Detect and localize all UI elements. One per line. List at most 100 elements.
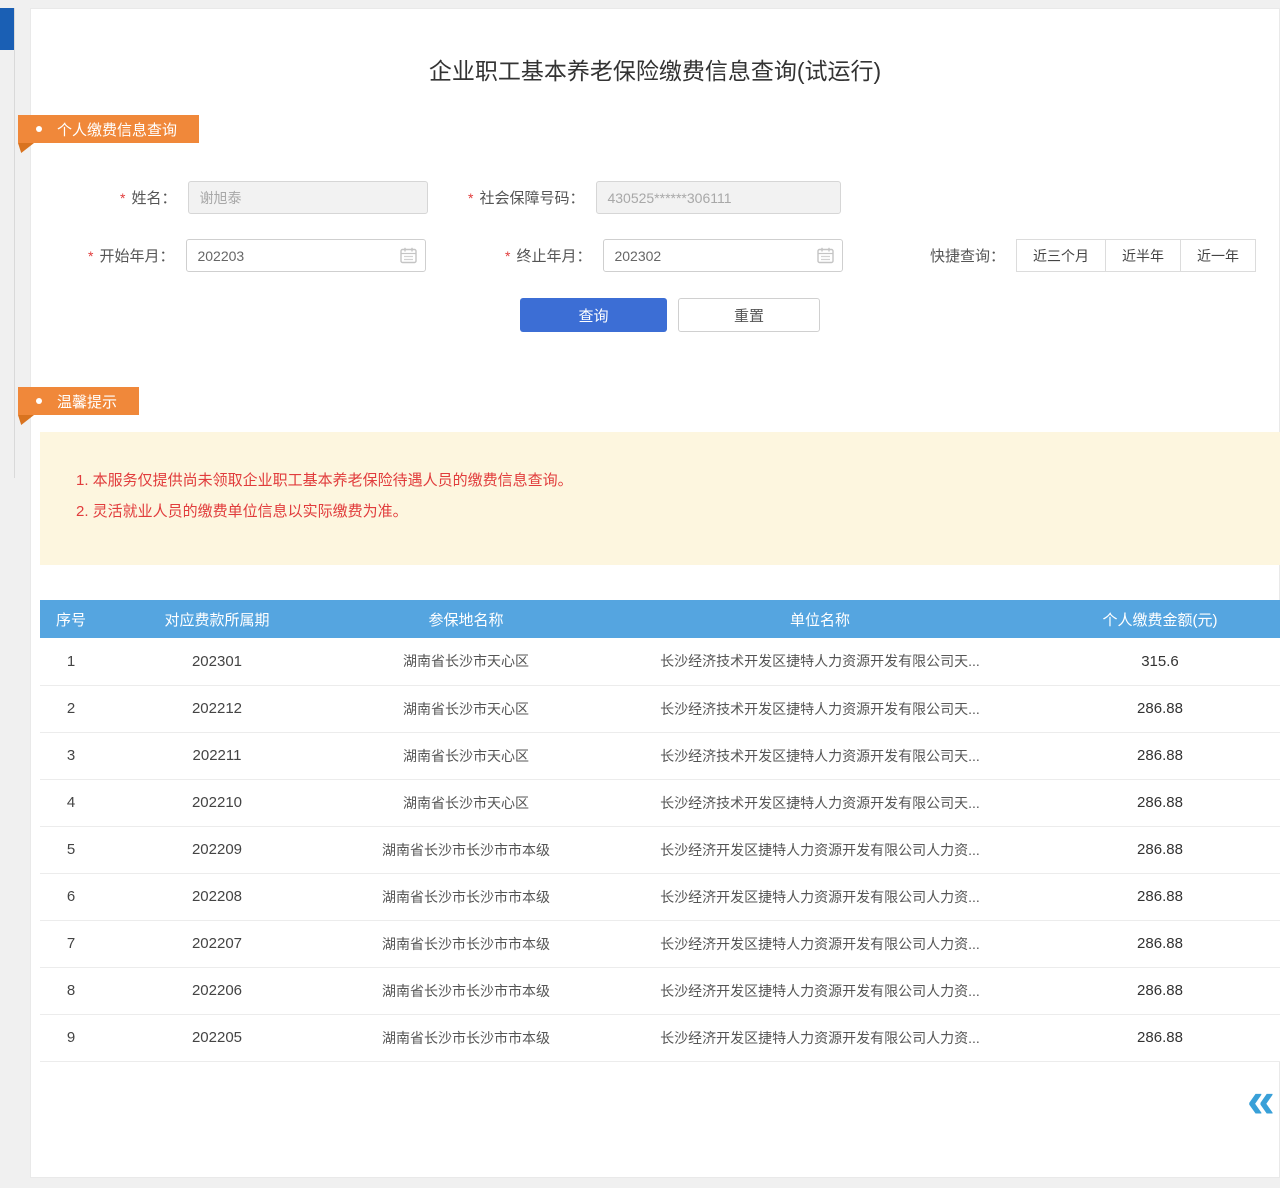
quick-query-group: 近三个月近半年近一年 bbox=[1017, 239, 1256, 272]
column-header: 参保地名称 bbox=[332, 600, 600, 638]
table-row: 3202211湖南省长沙市天心区长沙经济技术开发区捷特人力资源开发有限公司天..… bbox=[40, 732, 1280, 779]
table-cell: 286.88 bbox=[1040, 873, 1280, 920]
name-input bbox=[188, 181, 428, 214]
section-header-tips: 温馨提示 bbox=[18, 387, 139, 415]
quick-option-1[interactable]: 近三个月 bbox=[1016, 239, 1106, 272]
required-mark: * bbox=[120, 190, 125, 206]
table-cell: 286.88 bbox=[1040, 732, 1280, 779]
end-date-label: 终止年月： bbox=[516, 245, 591, 266]
column-header: 个人缴费金额(元) bbox=[1040, 600, 1280, 638]
table-cell: 8 bbox=[40, 967, 102, 1014]
table-cell: 202208 bbox=[102, 873, 332, 920]
ssn-input bbox=[596, 181, 841, 214]
table-row: 9202205湖南省长沙市长沙市市本级长沙经济开发区捷特人力资源开发有限公司人力… bbox=[40, 1014, 1280, 1061]
table-header-row: 序号对应费款所属期参保地名称单位名称个人缴费金额(元) bbox=[40, 600, 1280, 638]
table-cell: 长沙经济技术开发区捷特人力资源开发有限公司天... bbox=[600, 685, 1040, 732]
table-row: 8202206湖南省长沙市长沙市市本级长沙经济开发区捷特人力资源开发有限公司人力… bbox=[40, 967, 1280, 1014]
table-cell: 长沙经济开发区捷特人力资源开发有限公司人力资... bbox=[600, 920, 1040, 967]
collapse-chevron-icon[interactable]: « bbox=[1247, 1075, 1275, 1125]
table-cell: 湖南省长沙市天心区 bbox=[332, 638, 600, 685]
quick-option-2[interactable]: 近半年 bbox=[1105, 239, 1181, 272]
table-cell: 2 bbox=[40, 685, 102, 732]
calendar-icon[interactable] bbox=[817, 247, 834, 264]
reset-button[interactable]: 重置 bbox=[678, 298, 820, 332]
table-cell: 湖南省长沙市长沙市市本级 bbox=[332, 967, 600, 1014]
table-cell: 286.88 bbox=[1040, 685, 1280, 732]
required-mark: * bbox=[88, 248, 93, 264]
table-cell: 1 bbox=[40, 638, 102, 685]
table-cell: 3 bbox=[40, 732, 102, 779]
section-title: 个人缴费信息查询 bbox=[57, 119, 177, 140]
table-cell: 315.6 bbox=[1040, 638, 1280, 685]
column-header: 对应费款所属期 bbox=[102, 600, 332, 638]
table-cell: 湖南省长沙市长沙市市本级 bbox=[332, 920, 600, 967]
table-cell: 202207 bbox=[102, 920, 332, 967]
table-cell: 5 bbox=[40, 826, 102, 873]
table-cell: 286.88 bbox=[1040, 920, 1280, 967]
table-cell: 长沙经济开发区捷特人力资源开发有限公司人力资... bbox=[600, 826, 1040, 873]
table-cell: 湖南省长沙市天心区 bbox=[332, 732, 600, 779]
table-cell: 长沙经济技术开发区捷特人力资源开发有限公司天... bbox=[600, 732, 1040, 779]
quick-option-3[interactable]: 近一年 bbox=[1180, 239, 1256, 272]
notice-line: 1. 本服务仅提供尚未领取企业职工基本养老保险待遇人员的缴费信息查询。 bbox=[76, 468, 1260, 493]
name-field-group: * 姓名： bbox=[120, 181, 428, 214]
table-row: 2202212湖南省长沙市天心区长沙经济技术开发区捷特人力资源开发有限公司天..… bbox=[40, 685, 1280, 732]
bullet-icon bbox=[36, 126, 42, 132]
sidebar-tab[interactable] bbox=[0, 8, 15, 50]
required-mark: * bbox=[468, 190, 473, 206]
quick-query-field-group: 快捷查询： 近三个月近半年近一年 bbox=[930, 239, 1256, 272]
ssn-field-group: * 社会保障号码： bbox=[468, 181, 841, 214]
table-cell: 长沙经济技术开发区捷特人力资源开发有限公司天... bbox=[600, 779, 1040, 826]
table-cell: 湖南省长沙市长沙市市本级 bbox=[332, 826, 600, 873]
notice-box: 1. 本服务仅提供尚未领取企业职工基本养老保险待遇人员的缴费信息查询。 2. 灵… bbox=[40, 432, 1280, 565]
end-date-field-group: * 终止年月： bbox=[505, 239, 843, 272]
table-cell: 202206 bbox=[102, 967, 332, 1014]
table-cell: 286.88 bbox=[1040, 967, 1280, 1014]
column-header: 单位名称 bbox=[600, 600, 1040, 638]
start-date-input[interactable] bbox=[186, 239, 426, 272]
table-cell: 湖南省长沙市长沙市市本级 bbox=[332, 1014, 600, 1061]
table-cell: 202301 bbox=[102, 638, 332, 685]
page-title: 企业职工基本养老保险缴费信息查询(试运行) bbox=[30, 52, 1280, 86]
table-cell: 286.88 bbox=[1040, 1014, 1280, 1061]
required-mark: * bbox=[505, 248, 510, 264]
table-cell: 4 bbox=[40, 779, 102, 826]
left-divider bbox=[14, 8, 15, 478]
column-header: 序号 bbox=[40, 600, 102, 638]
table-cell: 202211 bbox=[102, 732, 332, 779]
end-date-input[interactable] bbox=[603, 239, 843, 272]
table-cell: 湖南省长沙市天心区 bbox=[332, 685, 600, 732]
section-header-personal-query: 个人缴费信息查询 bbox=[18, 115, 199, 143]
notice-line: 2. 灵活就业人员的缴费单位信息以实际缴费为准。 bbox=[76, 499, 1260, 524]
table-cell: 湖南省长沙市长沙市市本级 bbox=[332, 873, 600, 920]
quick-query-label: 快捷查询： bbox=[930, 245, 1005, 266]
table-cell: 湖南省长沙市天心区 bbox=[332, 779, 600, 826]
calendar-icon[interactable] bbox=[400, 247, 417, 264]
table-row: 6202208湖南省长沙市长沙市市本级长沙经济开发区捷特人力资源开发有限公司人力… bbox=[40, 873, 1280, 920]
table-cell: 长沙经济开发区捷特人力资源开发有限公司人力资... bbox=[600, 873, 1040, 920]
table-cell: 286.88 bbox=[1040, 826, 1280, 873]
table-cell: 长沙经济技术开发区捷特人力资源开发有限公司天... bbox=[600, 638, 1040, 685]
ssn-label: 社会保障号码： bbox=[479, 187, 584, 208]
table-row: 4202210湖南省长沙市天心区长沙经济技术开发区捷特人力资源开发有限公司天..… bbox=[40, 779, 1280, 826]
table-cell: 长沙经济开发区捷特人力资源开发有限公司人力资... bbox=[600, 1014, 1040, 1061]
table-cell: 202210 bbox=[102, 779, 332, 826]
table-row: 1202301湖南省长沙市天心区长沙经济技术开发区捷特人力资源开发有限公司天..… bbox=[40, 638, 1280, 685]
bullet-icon bbox=[36, 398, 42, 404]
name-label: 姓名： bbox=[131, 187, 176, 208]
payment-table: 序号对应费款所属期参保地名称单位名称个人缴费金额(元) 1202301湖南省长沙… bbox=[40, 600, 1280, 1062]
table-row: 5202209湖南省长沙市长沙市市本级长沙经济开发区捷特人力资源开发有限公司人力… bbox=[40, 826, 1280, 873]
table-cell: 6 bbox=[40, 873, 102, 920]
table-cell: 286.88 bbox=[1040, 779, 1280, 826]
start-date-label: 开始年月： bbox=[99, 245, 174, 266]
table-cell: 7 bbox=[40, 920, 102, 967]
query-button[interactable]: 查询 bbox=[520, 298, 667, 332]
table-cell: 202205 bbox=[102, 1014, 332, 1061]
table-body: 1202301湖南省长沙市天心区长沙经济技术开发区捷特人力资源开发有限公司天..… bbox=[40, 638, 1280, 1061]
start-date-field-group: * 开始年月： bbox=[88, 239, 426, 272]
section-title: 温馨提示 bbox=[57, 391, 117, 412]
table-cell: 9 bbox=[40, 1014, 102, 1061]
table-cell: 长沙经济开发区捷特人力资源开发有限公司人力资... bbox=[600, 967, 1040, 1014]
table-row: 7202207湖南省长沙市长沙市市本级长沙经济开发区捷特人力资源开发有限公司人力… bbox=[40, 920, 1280, 967]
table-cell: 202209 bbox=[102, 826, 332, 873]
